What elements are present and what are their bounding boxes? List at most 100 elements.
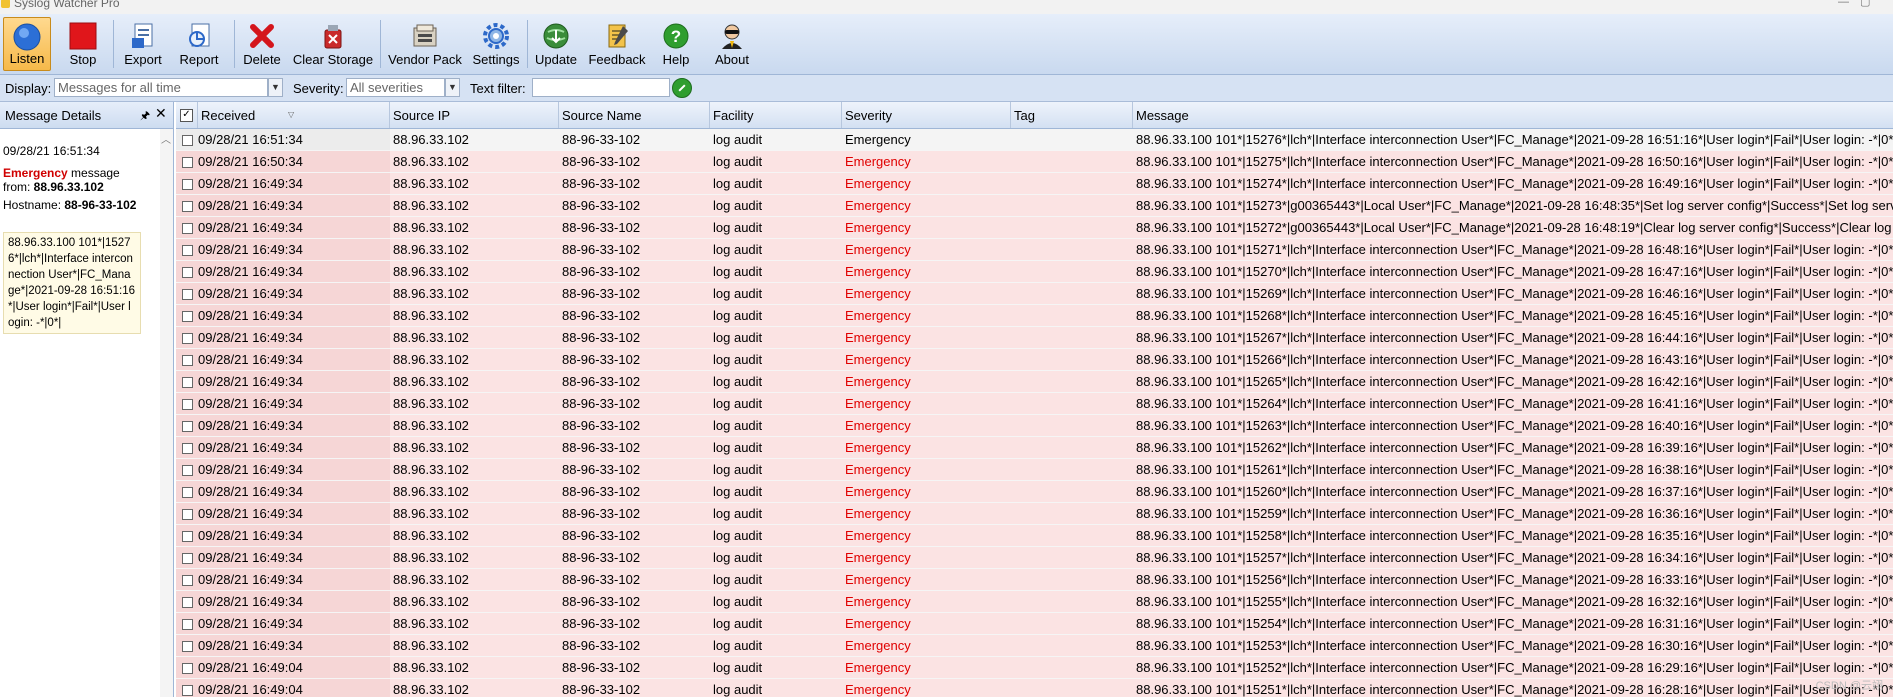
table-row[interactable]: 09/28/21 16:49:34 88.96.33.102 88-96-33-10…	[176, 547, 1893, 569]
row-checkbox[interactable]	[182, 289, 193, 300]
select-all-checkbox[interactable]: ✓	[180, 109, 193, 122]
table-row[interactable]: 09/28/21 16:49:34 88.96.33.102 88-96-33-10…	[176, 305, 1893, 327]
row-checkbox[interactable]	[182, 201, 193, 212]
table-row[interactable]: 09/28/21 16:49:34 88.96.33.102 88-96-33-10…	[176, 569, 1893, 591]
report-button[interactable]: Report	[172, 17, 226, 71]
table-row[interactable]: 09/28/21 16:49:34 88.96.33.102 88-96-33-10…	[176, 261, 1893, 283]
apply-filter-icon[interactable]	[672, 78, 692, 98]
row-checkbox[interactable]	[182, 399, 193, 410]
about-agent-icon	[722, 24, 742, 49]
about-button[interactable]: About	[702, 17, 762, 71]
table-row[interactable]: 09/28/21 16:49:34 88.96.33.102 88-96-33-10…	[176, 195, 1893, 217]
table-row[interactable]: 09/28/21 16:50:34 88.96.33.102 88-96-33-10…	[176, 151, 1893, 173]
table-row[interactable]: 09/28/21 16:49:34 88.96.33.102 88-96-33-10…	[176, 525, 1893, 547]
row-checkbox[interactable]	[182, 267, 193, 278]
severity-select[interactable]: All severities	[346, 78, 445, 97]
cell-severity: Emergency	[845, 462, 911, 477]
table-row[interactable]: 09/28/21 16:49:34 88.96.33.102 88-96-33-10…	[176, 591, 1893, 613]
listen-button[interactable]: Listen	[3, 17, 51, 71]
clear-storage-button[interactable]: Clear Storage	[290, 17, 376, 71]
row-checkbox[interactable]	[182, 597, 193, 608]
cell-ip: 88.96.33.102	[393, 308, 469, 323]
row-checkbox[interactable]	[182, 619, 193, 630]
table-row[interactable]: 09/28/21 16:49:34 88.96.33.102 88-96-33-10…	[176, 503, 1893, 525]
table-row[interactable]: 09/28/21 16:49:34 88.96.33.102 88-96-33-10…	[176, 283, 1893, 305]
cell-severity: Emergency	[845, 418, 911, 433]
column-received[interactable]: Received ▽	[198, 102, 390, 128]
pin-icon[interactable]: 🖈	[140, 107, 150, 126]
row-checkbox[interactable]	[182, 641, 193, 652]
settings-button[interactable]: Settings	[470, 17, 522, 71]
table-row[interactable]: 09/28/21 16:49:34 88.96.33.102 88-96-33-10…	[176, 327, 1893, 349]
row-checkbox[interactable]	[182, 465, 193, 476]
delete-button[interactable]: Delete	[238, 17, 286, 71]
cell-received: 09/28/21 16:49:34	[198, 440, 303, 455]
maximize-icon[interactable]: ▢	[1860, 0, 1870, 8]
table-row[interactable]: 09/28/21 16:49:34 88.96.33.102 88-96-33-10…	[176, 349, 1893, 371]
table-row[interactable]: 09/28/21 16:49:34 88.96.33.102 88-96-33-10…	[176, 459, 1893, 481]
table-row[interactable]: 09/28/21 16:49:34 88.96.33.102 88-96-33-10…	[176, 173, 1893, 195]
table-row[interactable]: 09/28/21 16:51:34 88.96.33.102 88-96-33-10…	[176, 129, 1893, 151]
app-icon	[1, 0, 10, 8]
feedback-button[interactable]: Feedback	[584, 17, 650, 71]
row-checkbox[interactable]	[182, 685, 193, 696]
row-checkbox[interactable]	[182, 355, 193, 366]
table-row[interactable]: 09/28/21 16:49:04 88.96.33.102 88-96-33-10…	[176, 679, 1893, 697]
cell-name: 88-96-33-102	[562, 352, 641, 367]
severity-dropdown-icon[interactable]: ▼	[445, 78, 460, 97]
cell-name: 88-96-33-102	[562, 286, 641, 301]
column-severity[interactable]: Severity	[842, 102, 1011, 128]
table-row[interactable]: 09/28/21 16:49:34 88.96.33.102 88-96-33-10…	[176, 613, 1893, 635]
row-checkbox[interactable]	[182, 575, 193, 586]
details-message-text[interactable]: 88.96.33.100 101*|15276*|lch*|Interface …	[3, 232, 141, 334]
table-row[interactable]: 09/28/21 16:49:34 88.96.33.102 88-96-33-10…	[176, 635, 1893, 657]
cell-name: 88-96-33-102	[562, 176, 641, 191]
update-button[interactable]: Update	[532, 17, 580, 71]
close-icon[interactable]: ✕	[155, 105, 167, 122]
row-checkbox[interactable]	[182, 333, 193, 344]
table-row[interactable]: 09/28/21 16:49:04 88.96.33.102 88-96-33-10…	[176, 657, 1893, 679]
row-checkbox[interactable]	[182, 311, 193, 322]
column-facility[interactable]: Facility	[710, 102, 842, 128]
row-checkbox[interactable]	[182, 553, 193, 564]
table-row[interactable]: 09/28/21 16:49:34 88.96.33.102 88-96-33-10…	[176, 415, 1893, 437]
table-row[interactable]: 09/28/21 16:49:34 88.96.33.102 88-96-33-10…	[176, 371, 1893, 393]
row-checkbox[interactable]	[182, 531, 193, 542]
row-checkbox[interactable]	[182, 157, 193, 168]
table-row[interactable]: 09/28/21 16:49:34 88.96.33.102 88-96-33-10…	[176, 239, 1893, 261]
cell-ip: 88.96.33.102	[393, 638, 469, 653]
cell-facility: log audit	[713, 462, 763, 477]
column-source-name[interactable]: Source Name	[559, 102, 710, 128]
column-message[interactable]: Message	[1133, 102, 1893, 128]
table-row[interactable]: 09/28/21 16:49:34 88.96.33.102 88-96-33-10…	[176, 217, 1893, 239]
row-checkbox[interactable]	[182, 509, 193, 520]
row-checkbox[interactable]	[182, 421, 193, 432]
table-row[interactable]: 09/28/21 16:49:34 88.96.33.102 88-96-33-10…	[176, 393, 1893, 415]
help-button[interactable]: ? Help	[654, 17, 698, 71]
details-scrollbar[interactable]: ︿	[160, 129, 173, 697]
cell-received: 09/28/21 16:49:34	[198, 374, 303, 389]
table-row[interactable]: 09/28/21 16:49:34 88.96.33.102 88-96-33-10…	[176, 481, 1893, 503]
column-tag[interactable]: Tag	[1011, 102, 1133, 128]
cell-received: 09/28/21 16:51:34	[198, 132, 303, 147]
column-source-ip[interactable]: Source IP	[390, 102, 559, 128]
row-checkbox[interactable]	[182, 443, 193, 454]
settings-label: Settings	[472, 52, 520, 67]
row-checkbox[interactable]	[182, 377, 193, 388]
row-checkbox[interactable]	[182, 179, 193, 190]
row-checkbox[interactable]	[182, 663, 193, 674]
export-button[interactable]: Export	[118, 17, 168, 71]
text-filter-input[interactable]	[532, 78, 670, 97]
display-dropdown-icon[interactable]: ▼	[268, 78, 283, 97]
minimize-icon[interactable]: —	[1838, 0, 1849, 8]
row-checkbox[interactable]	[182, 245, 193, 256]
stop-button[interactable]: Stop	[60, 17, 106, 71]
row-checkbox[interactable]	[182, 223, 193, 234]
table-row[interactable]: 09/28/21 16:49:34 88.96.33.102 88-96-33-10…	[176, 437, 1893, 459]
cell-facility: log audit	[713, 484, 763, 499]
vendor-pack-button[interactable]: Vendor Pack	[384, 17, 466, 71]
row-checkbox[interactable]	[182, 487, 193, 498]
scroll-up-icon[interactable]: ︿	[161, 131, 171, 146]
row-checkbox[interactable]	[182, 135, 193, 146]
display-select[interactable]: Messages for all time	[54, 78, 268, 97]
